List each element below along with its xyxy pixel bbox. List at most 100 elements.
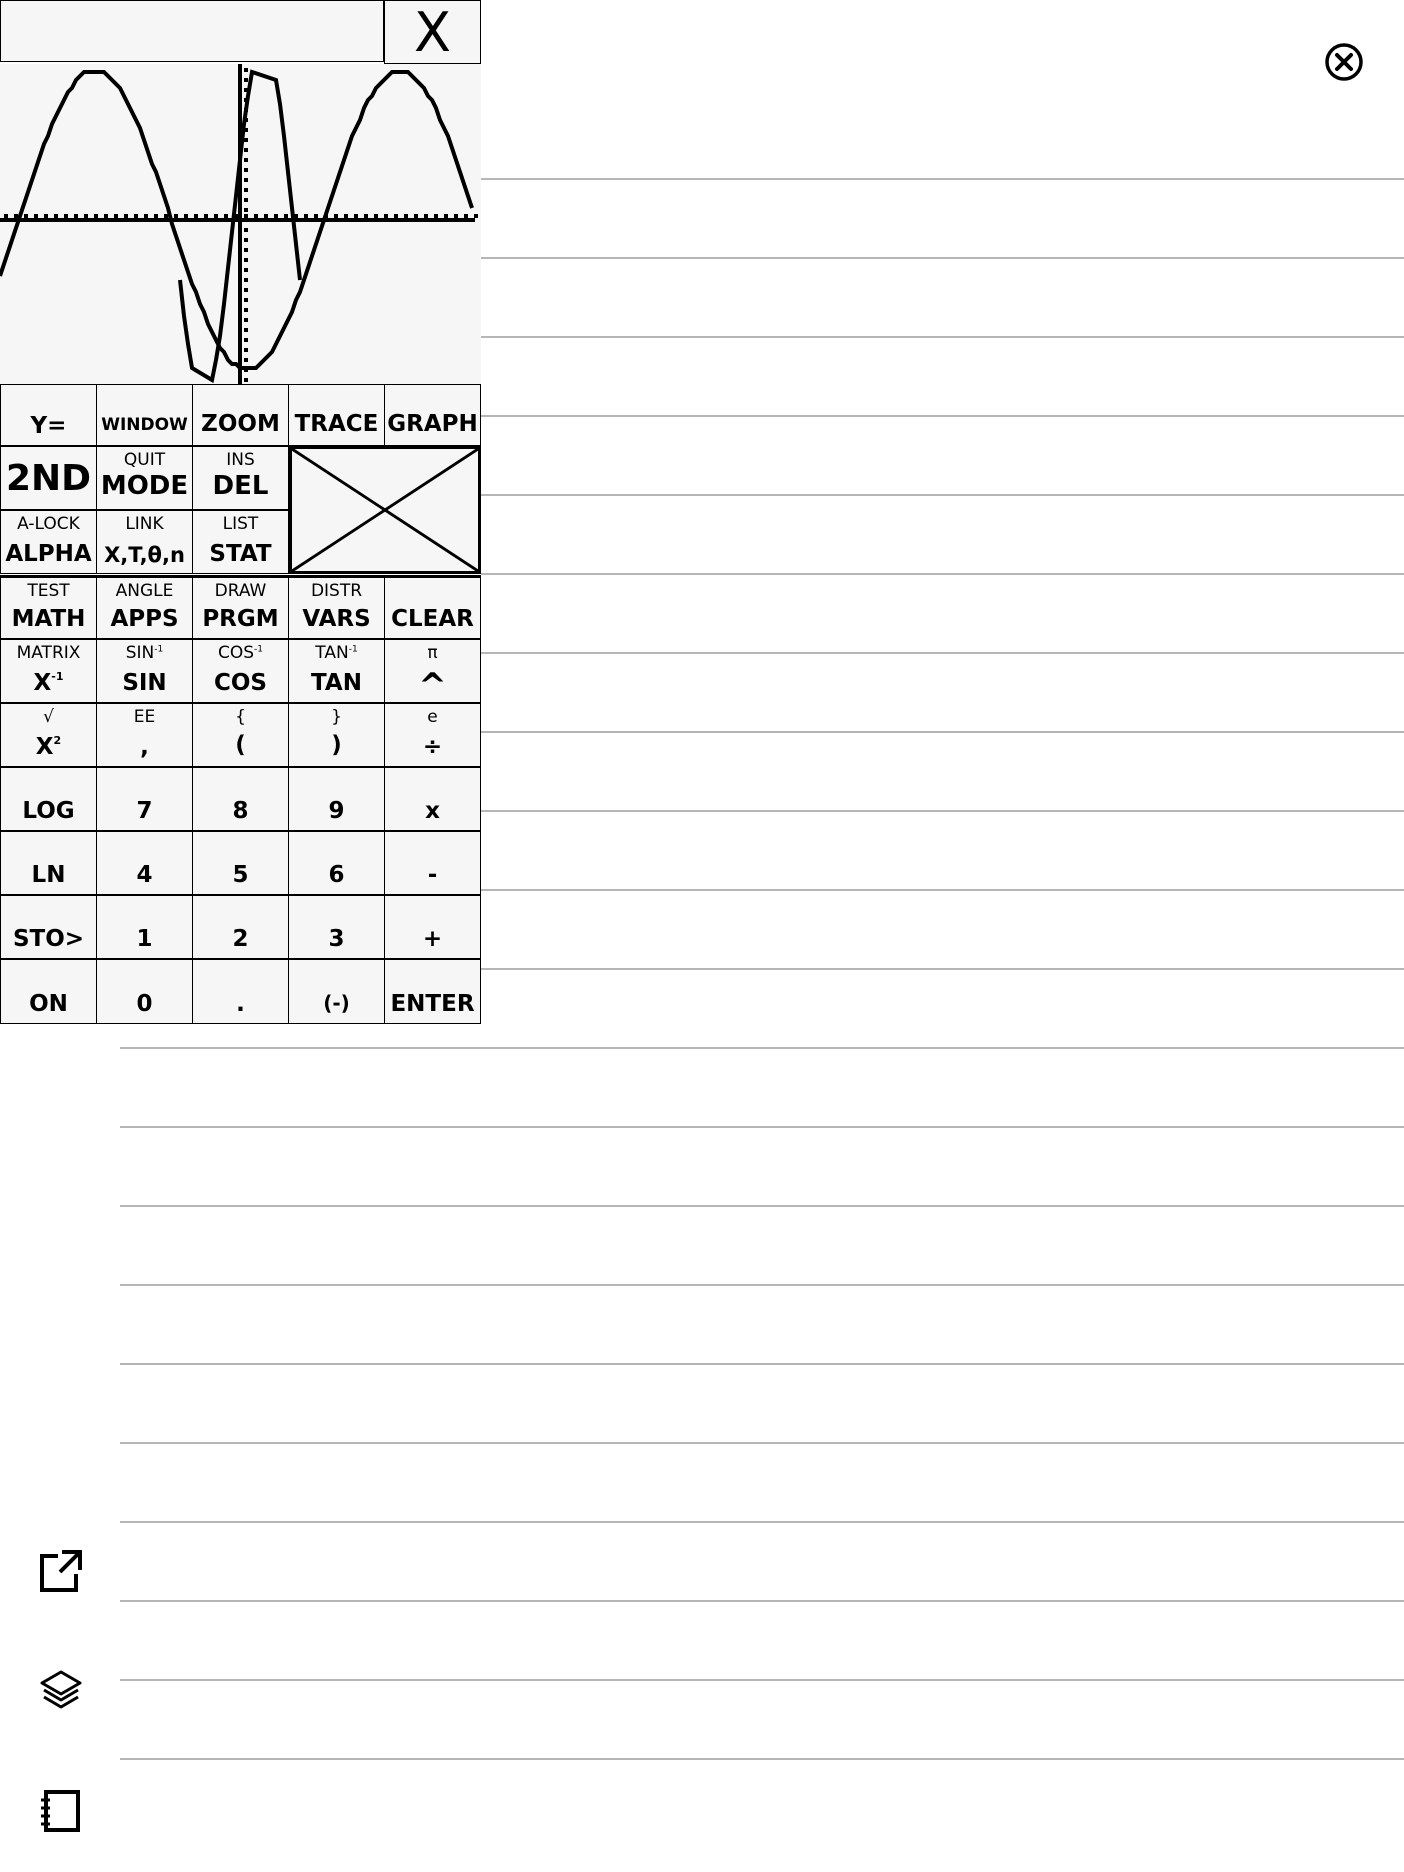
key-y-equals[interactable]: Y= [0,384,97,446]
graph-x-tick [414,214,418,218]
graph-y-tick [244,78,248,82]
key-secondary-label: EE [133,707,156,727]
key-prgm[interactable]: DRAW PRGM [192,575,289,639]
graph-x-tick [64,214,68,218]
key-graph[interactable]: GRAPH [384,384,481,446]
key-2nd[interactable]: 2ND [0,446,97,510]
key-divide[interactable]: e ÷ [384,703,481,767]
key-sin[interactable]: SIN-1 SIN [96,639,193,703]
key-enter[interactable]: ENTER [384,959,481,1024]
key-comma[interactable]: EE, [96,703,193,767]
key-2[interactable]: 2 [192,895,289,959]
key-cos[interactable]: COS-1 COS [192,639,289,703]
calculator-entry-field[interactable] [0,0,384,62]
key-apps[interactable]: ANGLE APPS [96,575,193,639]
open-external-icon[interactable] [36,1546,86,1596]
key-8[interactable]: 8 [192,767,289,831]
graph-x-tick [184,214,188,218]
key-window[interactable]: WINDOW [96,384,193,446]
key-label: ENTER [390,991,475,1017]
key-secondary-superscript: -1 [254,644,264,655]
key-secondary-label: ANGLE [115,581,174,601]
graph-y-tick [244,288,248,292]
key-log[interactable]: LOG [0,767,97,831]
key-secondary-label: { [235,707,246,727]
close-circle-icon[interactable] [1320,38,1368,86]
key-0[interactable]: 0 [96,959,193,1024]
key-superscript: -1 [51,670,64,683]
key-tan[interactable]: TAN-1 TAN [288,639,385,703]
key-6[interactable]: 6 [288,831,385,895]
key-square[interactable]: √ X2 [0,703,97,767]
graph-y-tick [244,238,248,242]
key-3[interactable]: 3 [288,895,385,959]
graph-x-tick [94,214,98,218]
dpad[interactable] [289,446,481,574]
calculator-close-button[interactable]: X [384,0,481,64]
graph-y-tick [244,348,248,352]
key-left-paren[interactable]: {( [192,703,289,767]
graph-x-tick [284,214,288,218]
key-stat[interactable]: LIST STAT [192,510,289,574]
graph-y-tick [244,258,248,262]
key-9[interactable]: 9 [288,767,385,831]
key-label: ) [331,732,342,758]
notebook-icon[interactable] [36,1786,86,1836]
key-secondary-label: A-LOCK [17,514,80,534]
key-label: DEL [212,471,269,501]
key-store[interactable]: STO> [0,895,97,959]
key-secondary-label: } [331,707,342,727]
key-decimal[interactable]: . [192,959,289,1024]
graph-y-tick [244,208,248,212]
key-subtract[interactable]: - [384,831,481,895]
graph-x-tick [304,214,308,218]
key-label: 2 [232,926,249,952]
key-add[interactable]: + [384,895,481,959]
graph-screen[interactable] [0,64,481,384]
key-on[interactable]: ON [0,959,97,1024]
graph-y-tick [244,158,248,162]
key-1[interactable]: 1 [96,895,193,959]
graph-x-tick [434,214,438,218]
layers-icon[interactable] [36,1666,86,1716]
key-7[interactable]: 7 [96,767,193,831]
key-label: MATH [11,606,86,632]
key-right-paren[interactable]: }) [288,703,385,767]
key-del[interactable]: INS DEL [192,446,289,510]
key-clear[interactable]: CLEAR [384,575,481,639]
graph-x-tick [134,214,138,218]
key-math[interactable]: TEST MATH [0,575,97,639]
key-secondary-label: π [427,643,438,663]
key-label: PRGM [202,606,279,632]
key-label: WINDOW [101,415,188,435]
key-label: ZOOM [201,411,280,437]
key-superscript: 2 [53,734,62,747]
key-5[interactable]: 5 [192,831,289,895]
graph-x-tick [194,214,198,218]
key-negative[interactable]: (-) [288,959,385,1024]
key-vars[interactable]: DISTR VARS [288,575,385,639]
key-trace[interactable]: TRACE [288,384,385,446]
graph-y-tick [244,138,248,142]
key-label: GRAPH [387,411,478,437]
key-ln[interactable]: LN [0,831,97,895]
key-alpha[interactable]: A-LOCK ALPHA [0,510,97,574]
graph-x-tick [224,214,228,218]
graph-x-tick [374,214,378,218]
graph-x-tick [154,214,158,218]
key-multiply[interactable]: x [384,767,481,831]
key-inverse[interactable]: MATRIX X-1 [0,639,97,703]
key-zoom[interactable]: ZOOM [192,384,289,446]
key-secondary-superscript: -1 [154,644,164,655]
key-label: 0 [136,991,153,1017]
key-secondary-label: DISTR [310,581,363,601]
key-4[interactable]: 4 [96,831,193,895]
graph-x-tick [4,214,8,218]
key-label: STAT [209,541,272,567]
key-mode[interactable]: QUIT MODE [96,446,193,510]
graph-x-tick [454,214,458,218]
key-xt-theta-n[interactable]: LINK X,T,θ,n [96,510,193,574]
graph-y-tick [244,68,248,72]
graph-x-tick [214,214,218,218]
key-power[interactable]: π ^ [384,639,481,703]
